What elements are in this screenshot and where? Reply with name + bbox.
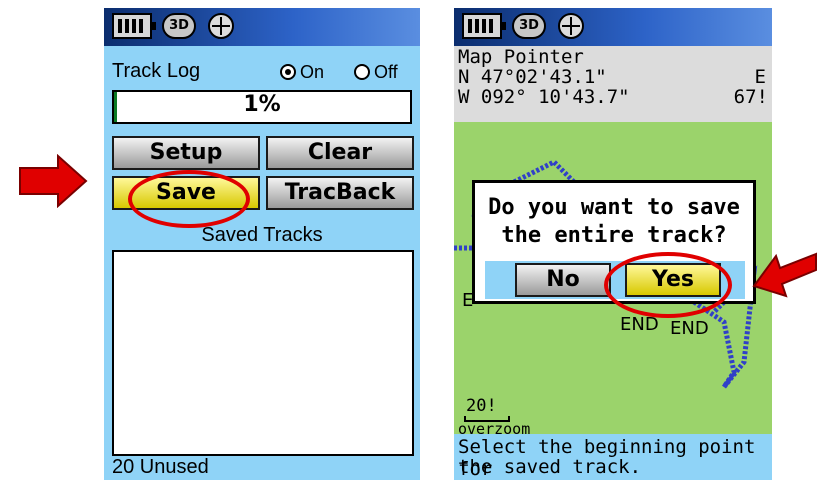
map-pointer-title: Map Pointer	[458, 46, 584, 68]
map-screen: 3D Map Pointer N 47°02'43.1" W 092° 10'4…	[454, 8, 772, 480]
radio-off[interactable]: Off	[354, 62, 398, 83]
instruction-line2: the saved track.	[458, 456, 642, 478]
progress-text: 1%	[243, 92, 281, 117]
radio-unselected-icon	[354, 64, 370, 80]
track-log-screen: 3D Track Log On Off 1% Setup Clear Save …	[104, 8, 420, 480]
satellite-icon	[208, 13, 234, 39]
battery-icon	[112, 13, 156, 39]
save-highlight-ellipse	[128, 170, 250, 228]
saved-tracks-list[interactable]	[112, 250, 414, 456]
no-button[interactable]: No	[515, 263, 611, 297]
end-marker-2: END	[670, 318, 709, 339]
battery-icon	[462, 13, 506, 39]
longitude: W 092° 10'43.7"	[458, 86, 630, 108]
radio-selected-icon	[280, 64, 296, 80]
left-red-arrow-icon	[19, 154, 88, 208]
saved-tracks-title: Saved Tracks	[201, 224, 323, 246]
clear-button[interactable]: Clear	[266, 136, 414, 170]
latitude: N 47°02'43.1"	[458, 66, 607, 88]
satellite-icon	[558, 13, 584, 39]
pointer-field-2: 67!	[733, 86, 768, 108]
setup-button[interactable]: Setup	[112, 136, 260, 170]
radio-on[interactable]: On	[280, 62, 324, 83]
map-pointer-panel: Map Pointer N 47°02'43.1" W 092° 10'43.7…	[454, 46, 772, 122]
right-red-arrow-icon	[752, 252, 817, 298]
gps-3d-icon: 3D	[162, 13, 196, 39]
status-bar: 3D	[104, 8, 420, 46]
instruction-bar: Select the beginning point for the saved…	[454, 434, 772, 480]
tracback-button[interactable]: TracBack	[266, 176, 414, 210]
status-bar-right: 3D	[454, 8, 772, 46]
track-log-progress: 1%	[112, 90, 412, 124]
scale-value: 20!	[466, 396, 497, 416]
gps-3d-icon: 3D	[512, 13, 546, 39]
radio-off-label: Off	[374, 62, 398, 82]
dialog-question-line2: the entire track?	[501, 223, 727, 248]
yes-highlight-ellipse	[604, 252, 732, 318]
dialog-question-line1: Do you want to save	[488, 195, 740, 220]
pointer-field-1: E	[754, 66, 766, 88]
track-log-label: Track Log	[112, 60, 201, 82]
radio-on-label: On	[300, 62, 325, 82]
unused-count: 20 Unused	[112, 456, 209, 478]
